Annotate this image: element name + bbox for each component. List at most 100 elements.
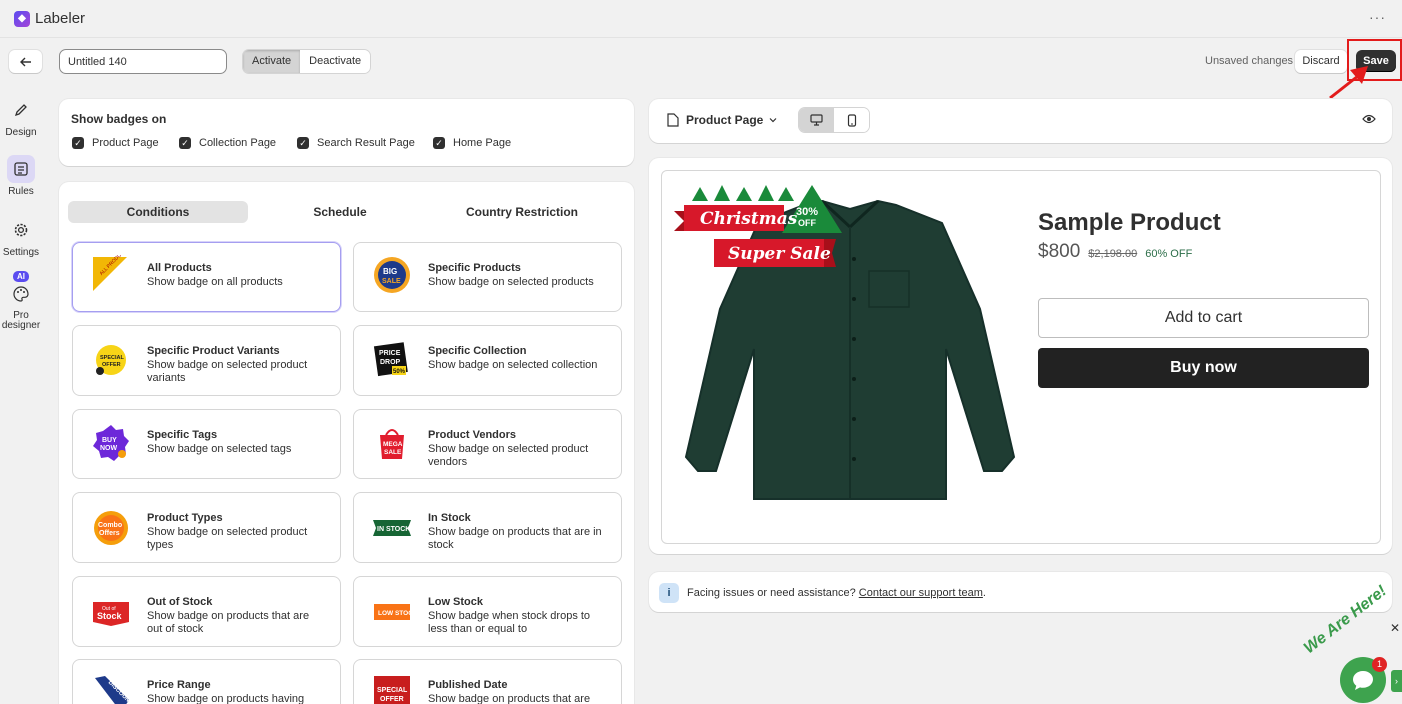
annotation-arrow-icon [1329, 66, 1368, 100]
checkbox-collection-page[interactable]: ✓ Collection Page [179, 137, 276, 149]
nav-pro-designer[interactable]: Pro designer [1, 280, 41, 331]
back-button[interactable] [9, 50, 42, 73]
checkbox-product-page[interactable]: ✓ Product Page [72, 137, 159, 149]
condition-title: Low Stock [428, 596, 484, 608]
discount-label: 60% OFF [1145, 248, 1193, 260]
product-title: Sample Product [1038, 209, 1221, 236]
condition-desc: Show badge on selected product variants [147, 359, 308, 384]
chat-expand-tab[interactable]: › [1391, 670, 1402, 692]
special-offer-badge-icon: SPECIALOFFER [96, 345, 126, 375]
desktop-icon [810, 114, 823, 126]
app-title: Labeler [35, 10, 86, 27]
buy-now-button[interactable]: Buy now [1038, 348, 1369, 388]
condition-title: Price Range [147, 679, 211, 691]
svg-text:Combo: Combo [98, 522, 122, 529]
condition-title: Specific Tags [147, 429, 218, 441]
status-toggle: Activate Deactivate [243, 50, 371, 73]
condition-specific-collection[interactable]: PRICE DROP 50% Specific Collection Show ba… [353, 325, 622, 396]
deactivate-button[interactable]: Deactivate [300, 50, 371, 73]
condition-specific-products[interactable]: BIG SALE Specific Products Show badge on … [353, 242, 622, 312]
in-stock-badge-icon: IN STOCK [373, 520, 411, 536]
condition-out-of-stock[interactable]: Out of Stock Out of Stock Show badge on p… [72, 576, 341, 647]
nav-settings-label: Settings [2, 247, 40, 258]
nav-design[interactable]: Design [1, 96, 41, 138]
low-stock-badge-icon: LOW STOCK [374, 604, 412, 620]
condition-title: Published Date [428, 679, 508, 691]
desktop-view-button[interactable] [799, 108, 834, 132]
badge-name-input[interactable] [59, 49, 227, 74]
chat-close-icon[interactable]: ✕ [1390, 621, 1400, 635]
condition-desc: Show badge on products that are [428, 693, 591, 704]
condition-specific-product-variants[interactable]: SPECIAL OFFER Specific Product Variants S… [72, 325, 341, 396]
preview-toolbar: Product Page [649, 99, 1392, 143]
activate-button[interactable]: Activate [243, 50, 301, 73]
condition-title: Product Types [147, 512, 223, 524]
condition-price-range[interactable]: DISCOUNT Price Range Show badge on produ… [72, 659, 341, 704]
svg-text:PRICE: PRICE [379, 350, 401, 357]
condition-in-stock[interactable]: IN STOCK In Stock Show badge on products… [353, 492, 622, 563]
tab-country-restriction[interactable]: Country Restriction [432, 201, 612, 223]
svg-text:BIG: BIG [383, 267, 397, 276]
tab-schedule[interactable]: Schedule [250, 201, 430, 223]
help-message: i Facing issues or need assistance? Cont… [659, 583, 986, 603]
checkbox-search-result-page[interactable]: ✓ Search Result Page [297, 137, 415, 149]
mega-sale-badge-icon: MEGASALE [380, 429, 404, 459]
rules-icon [7, 155, 35, 183]
mobile-view-button[interactable] [834, 108, 869, 132]
support-link[interactable]: Contact our support team [859, 587, 983, 599]
condition-desc: Show badge on selected collection [428, 359, 598, 371]
checkbox-home-page[interactable]: ✓ Home Page [433, 137, 511, 149]
nav-pro-designer-label: Pro designer [1, 310, 41, 331]
svg-text:LOW STOCK: LOW STOCK [378, 610, 412, 617]
condition-product-types[interactable]: Combo Offers Product Types Show badge on … [72, 492, 341, 563]
help-card: i Facing issues or need assistance? Cont… [649, 572, 1392, 612]
show-badges-card: Show badges on ✓ Product Page ✓ Collecti… [59, 99, 634, 166]
unsaved-changes-label: Unsaved changes [1205, 55, 1294, 67]
mobile-icon [847, 113, 856, 127]
badge-line2: Super Sale [728, 244, 831, 264]
out-of-stock-badge-icon: Out ofStock [93, 602, 129, 626]
tab-conditions[interactable]: Conditions [68, 201, 248, 223]
checkmark-icon: ✓ [72, 137, 84, 149]
badge-line1: Christmas [700, 209, 798, 229]
checkbox-label: Home Page [453, 137, 512, 149]
nav-rules[interactable]: Rules [1, 155, 41, 197]
svg-text:IN STOCK: IN STOCK [377, 526, 410, 533]
pencil-icon [7, 96, 35, 124]
app-bar: ◆ Labeler ··· [0, 0, 1402, 38]
checkmark-icon: ✓ [297, 137, 309, 149]
info-icon: i [659, 583, 679, 603]
condition-title: Specific Collection [428, 345, 527, 357]
nav-settings[interactable]: Settings [1, 216, 41, 258]
more-options-icon[interactable]: ··· [1369, 9, 1386, 25]
svg-text:BUY: BUY [102, 437, 117, 444]
product-price: $800 [1038, 241, 1081, 262]
condition-desc: Show badge on all products [147, 276, 283, 288]
svg-text:OFFER: OFFER [380, 696, 404, 703]
condition-published-date[interactable]: SPECIAL OFFER Published Date Show badge o… [353, 659, 622, 704]
svg-text:OFFER: OFFER [102, 362, 121, 368]
price-row: $800 $2,198.00 60% OFF [1038, 241, 1192, 263]
eye-icon[interactable] [1362, 113, 1376, 125]
condition-desc: Show badge on selected product vendors [428, 443, 589, 468]
condition-product-vendors[interactable]: MEGA SALE Product Vendors Show badge on s… [353, 409, 622, 479]
arrow-left-icon [19, 57, 31, 66]
condition-tabs: Conditions Schedule Country Restriction [68, 201, 623, 223]
condition-title: Specific Product Variants [147, 345, 280, 357]
svg-text:DROP: DROP [380, 359, 401, 366]
page-select[interactable]: Product Page [667, 113, 778, 127]
condition-title: In Stock [428, 512, 471, 524]
condition-specific-tags[interactable]: BUY NOW Specific Tags Show badge on selec… [72, 409, 341, 479]
svg-text:SALE: SALE [384, 449, 402, 456]
condition-desc: Show badge when stock drops to less than… [428, 610, 591, 635]
condition-low-stock[interactable]: LOW STOCK Low Stock Show badge when stoc… [353, 576, 622, 647]
condition-title: All Products [147, 262, 212, 274]
checkmark-icon: ✓ [433, 137, 445, 149]
svg-text:SPECIAL: SPECIAL [100, 355, 124, 361]
condition-all-products[interactable]: ALL PRODUCTS All Products Show badge on … [72, 242, 341, 312]
condition-title: Specific Products [428, 262, 521, 274]
add-to-cart-button[interactable]: Add to cart [1038, 298, 1369, 338]
svg-text:SPECIAL: SPECIAL [377, 687, 408, 694]
device-toggle [799, 108, 869, 132]
chat-icon [1353, 671, 1373, 690]
